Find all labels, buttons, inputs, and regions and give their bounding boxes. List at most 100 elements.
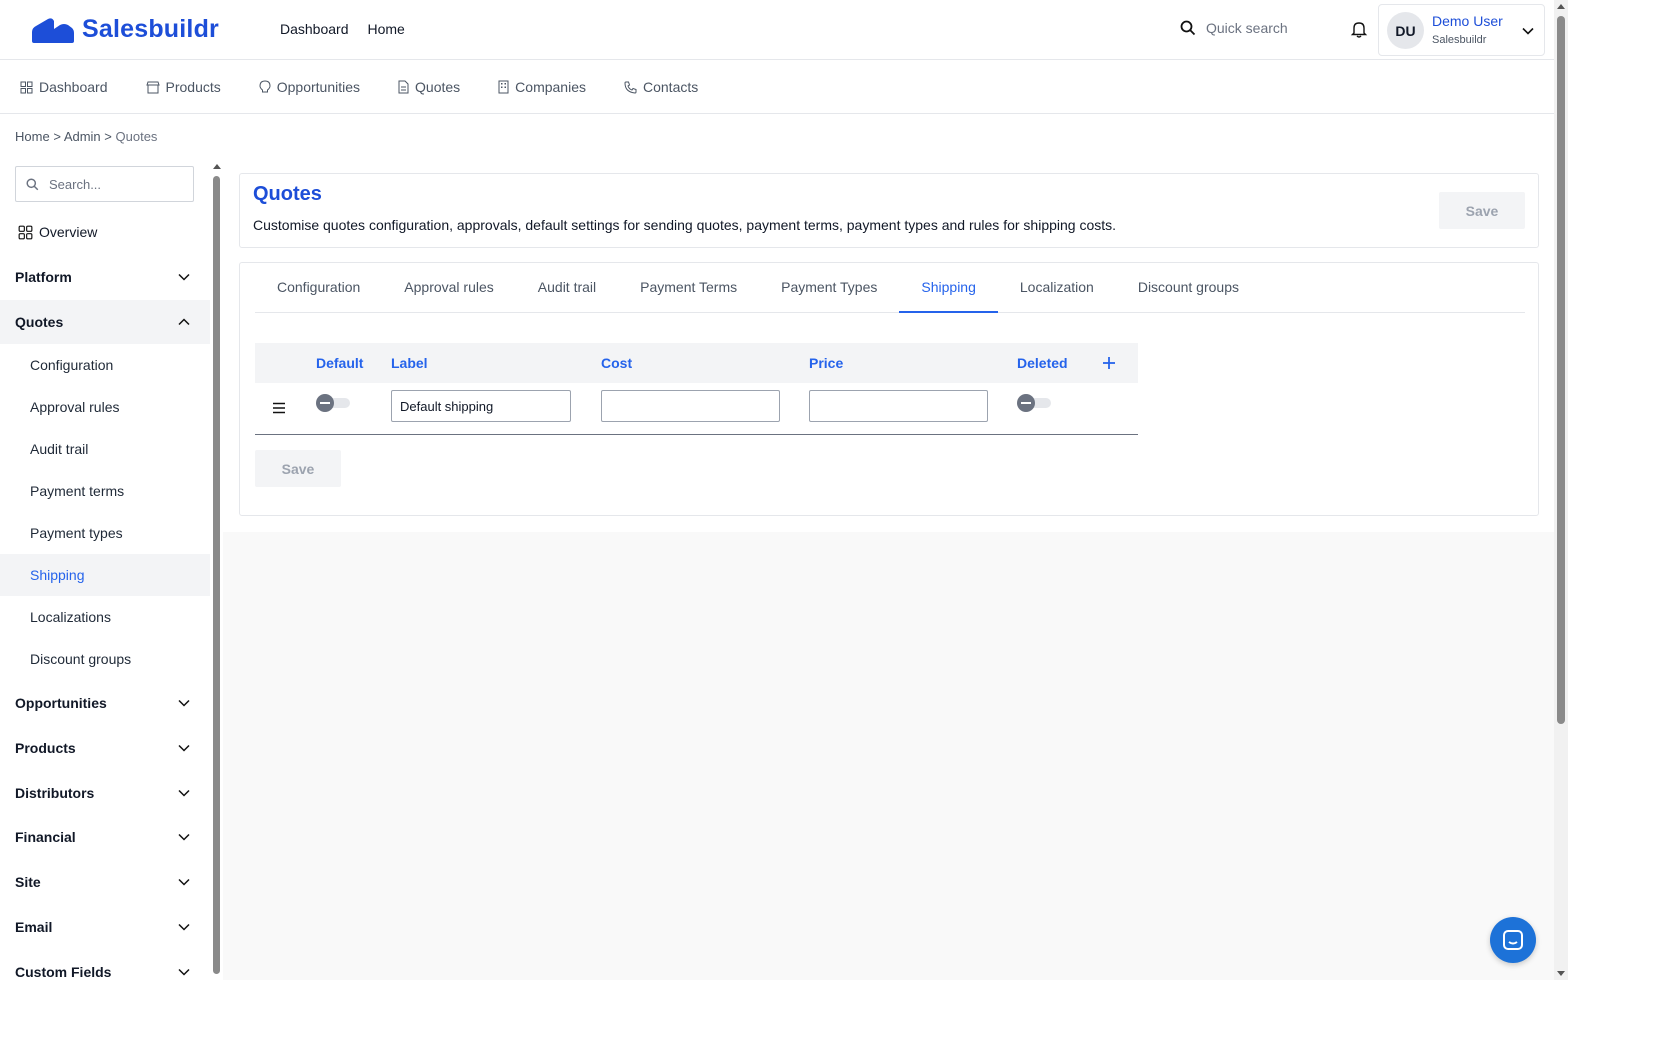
subnav-companies-label: Companies	[515, 79, 586, 95]
salesbuildr-logo-icon	[32, 18, 74, 43]
subnav-dashboard-label: Dashboard	[39, 79, 108, 95]
column-header-cost: Cost	[601, 355, 633, 371]
chevron-down-icon	[178, 878, 190, 886]
brand-logo[interactable]: Salesbuildr	[30, 14, 219, 44]
drag-handle-icon[interactable]	[272, 402, 286, 414]
subnav-products-label: Products	[165, 79, 221, 95]
tab-localization[interactable]: Localization	[998, 263, 1116, 313]
chevron-down-icon	[178, 789, 190, 797]
scroll-up-arrow-icon[interactable]	[1557, 4, 1565, 9]
sidebar-overview[interactable]: Overview	[18, 224, 97, 240]
column-header-price: Price	[809, 355, 844, 371]
tab-audit-trail[interactable]: Audit trail	[516, 263, 618, 313]
sidebar-section-products[interactable]: Products	[0, 726, 210, 770]
breadcrumb-admin[interactable]: Admin	[64, 129, 101, 144]
sidebar-section-label: Distributors	[15, 785, 95, 801]
sidebar-section-label: Financial	[15, 829, 76, 845]
sidebar-section-email[interactable]: Email	[0, 905, 210, 949]
chat-icon	[1503, 930, 1523, 950]
tab-discount-groups[interactable]: Discount groups	[1116, 263, 1261, 313]
content-background	[223, 532, 1554, 980]
chevron-down-icon	[178, 923, 190, 931]
breadcrumb-home[interactable]: Home	[15, 129, 50, 144]
subnav-contacts-label: Contacts	[643, 79, 699, 95]
sidebar-section-distributors[interactable]: Distributors	[0, 771, 210, 815]
sidebar-item-payment-types[interactable]: Payment types	[0, 512, 210, 554]
chevron-up-icon	[178, 318, 190, 326]
notifications-button[interactable]	[1350, 20, 1368, 41]
tab-shipping[interactable]: Shipping	[899, 263, 998, 313]
save-button[interactable]: Save	[1439, 192, 1525, 229]
subnav-products[interactable]: Products	[145, 79, 221, 95]
sidebar-search-input[interactable]	[49, 176, 179, 192]
sidebar-section-quotes[interactable]: Quotes	[0, 300, 210, 344]
user-menu[interactable]: DU Demo User Salesbuildr	[1378, 4, 1545, 56]
sidebar-search[interactable]	[15, 166, 194, 202]
column-header-default: Default	[316, 355, 364, 371]
subnav-opportunities-label: Opportunities	[276, 79, 361, 95]
top-header: Salesbuildr Dashboard Home Quick search …	[0, 0, 1554, 60]
sidebar-section-custom-fields[interactable]: Custom Fields	[0, 950, 210, 980]
sidebar-section-financial[interactable]: Financial	[0, 815, 210, 859]
tab-payment-terms[interactable]: Payment Terms	[618, 263, 759, 313]
module-nav: Dashboard Products Opportunities Quotes …	[0, 61, 1554, 114]
chevron-down-icon	[178, 744, 190, 752]
lightbulb-icon	[259, 80, 271, 93]
add-row-icon[interactable]	[1102, 356, 1116, 370]
sidebar-section-platform[interactable]: Platform	[0, 255, 210, 299]
toggle-knob	[1017, 394, 1035, 412]
tab-approval-rules[interactable]: Approval rules	[382, 263, 516, 313]
chevron-down-icon	[178, 968, 190, 976]
sidebar-scrollbar-thumb[interactable]	[213, 176, 220, 974]
settings-card: Configuration Approval rules Audit trail…	[239, 262, 1539, 516]
sidebar-section-opportunities[interactable]: Opportunities	[0, 681, 210, 725]
toggle-knob	[316, 394, 334, 412]
page-header-card: Quotes Customise quotes configuration, a…	[239, 173, 1539, 248]
subnav-quotes[interactable]: Quotes	[398, 79, 460, 95]
subnav-quotes-label: Quotes	[415, 79, 461, 95]
shipping-label-input[interactable]	[391, 390, 571, 422]
default-toggle[interactable]	[316, 394, 352, 412]
tab-configuration[interactable]: Configuration	[255, 263, 382, 313]
sidebar-item-approval-rules[interactable]: Approval rules	[0, 386, 210, 428]
table-header: Default Label Cost Price Deleted	[255, 343, 1138, 383]
building-icon	[498, 80, 509, 94]
sidebar-scrollbar[interactable]	[212, 160, 222, 980]
tab-payment-types[interactable]: Payment Types	[759, 263, 899, 313]
topnav-dashboard[interactable]: Dashboard	[280, 21, 349, 37]
sidebar-item-discount-groups[interactable]: Discount groups	[0, 638, 210, 680]
subnav-contacts[interactable]: Contacts	[624, 79, 698, 95]
sidebar-item-payment-terms[interactable]: Payment terms	[0, 470, 210, 512]
store-icon	[145, 81, 160, 93]
quick-search-placeholder: Quick search	[1206, 20, 1288, 36]
grid-icon	[20, 81, 33, 93]
scroll-up-arrow-icon[interactable]	[213, 164, 221, 169]
document-icon	[398, 80, 409, 94]
admin-sidebar: Overview Platform Quotes Configuration A…	[0, 160, 210, 980]
sidebar-item-shipping[interactable]: Shipping	[0, 554, 210, 596]
sidebar-section-site[interactable]: Site	[0, 860, 210, 904]
user-name: Demo User	[1432, 13, 1503, 29]
shipping-price-input[interactable]	[809, 390, 988, 422]
quick-search[interactable]: Quick search	[1180, 20, 1288, 36]
sidebar-item-audit-trail[interactable]: Audit trail	[0, 428, 210, 470]
chat-launcher-button[interactable]	[1490, 917, 1536, 963]
page-scrollbar-thumb[interactable]	[1557, 16, 1565, 724]
page-title: Quotes	[253, 183, 322, 205]
subnav-dashboard[interactable]: Dashboard	[20, 79, 108, 95]
topnav-home[interactable]: Home	[368, 21, 405, 37]
sidebar-item-localizations[interactable]: Localizations	[0, 596, 210, 638]
shipping-cost-input[interactable]	[601, 390, 780, 422]
sidebar-section-label: Products	[15, 740, 76, 756]
deleted-toggle[interactable]	[1017, 394, 1053, 412]
scroll-down-arrow-icon[interactable]	[1557, 971, 1565, 976]
table-row	[255, 383, 1138, 435]
page-scrollbar[interactable]	[1554, 0, 1568, 980]
sidebar-section-label: Email	[15, 919, 53, 935]
main-content: Quotes Customise quotes configuration, a…	[223, 160, 1554, 980]
sidebar-item-configuration[interactable]: Configuration	[0, 344, 210, 386]
subnav-companies[interactable]: Companies	[498, 79, 586, 95]
subnav-opportunities[interactable]: Opportunities	[259, 79, 360, 95]
save-shipping-button[interactable]: Save	[255, 450, 341, 487]
column-header-deleted: Deleted	[1017, 355, 1068, 371]
